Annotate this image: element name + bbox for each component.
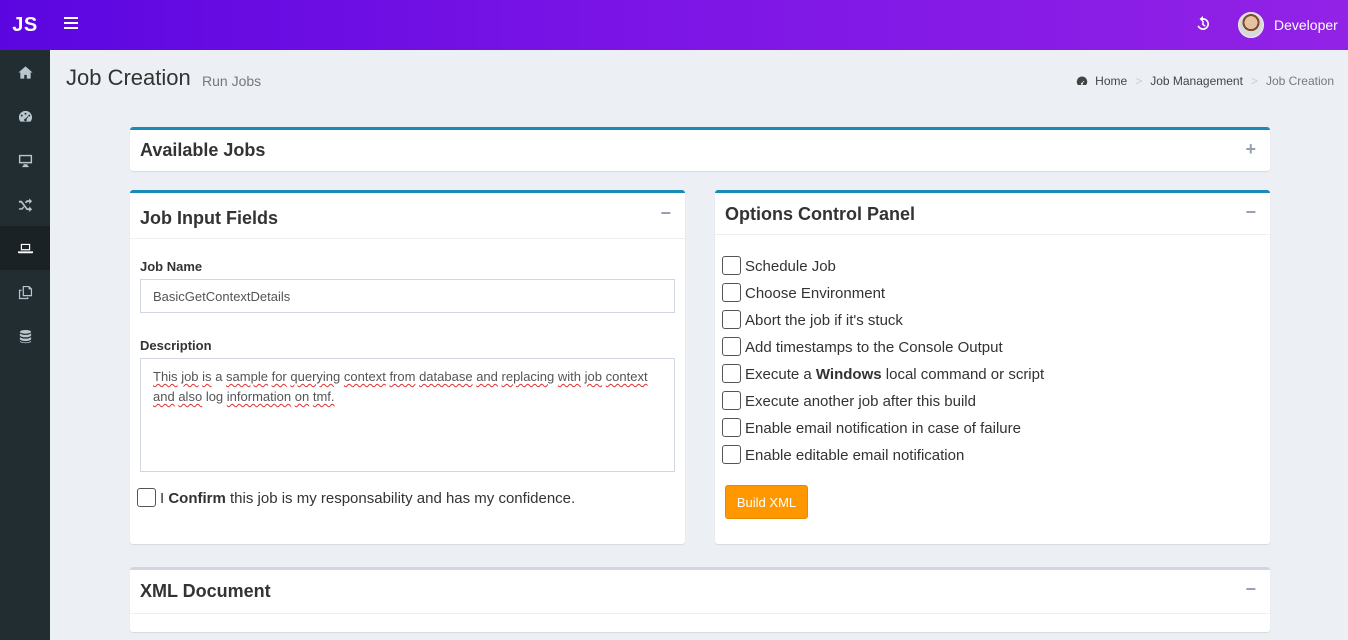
description-label: Description [140, 338, 212, 353]
sidebar-item-copy[interactable] [0, 270, 50, 314]
build-xml-button[interactable]: Build XML [725, 485, 808, 519]
choose-environment-checkbox[interactable] [722, 283, 741, 302]
job-input-header: Job Input Fields − [130, 193, 685, 239]
breadcrumb-home[interactable]: Home [1095, 74, 1127, 88]
sidebar-item-dashboard[interactable] [0, 94, 50, 138]
confirm-suffix: this job is my responsability and has my… [230, 490, 576, 507]
editable-email-checkbox[interactable] [722, 445, 741, 464]
description-word: log [205, 389, 224, 404]
job-name-label: Job Name [140, 259, 203, 274]
dashboard-icon [18, 110, 32, 122]
sidebar-item-laptop[interactable] [0, 226, 50, 270]
home-icon [17, 65, 33, 79]
copy-icon [18, 285, 32, 299]
app-logo[interactable]: JS [0, 0, 50, 50]
confirm-checkbox[interactable] [137, 488, 156, 507]
breadcrumb-job-management[interactable]: Job Management [1150, 74, 1243, 88]
description-word: information [226, 389, 292, 404]
options-panel-box: Options Control Panel − Schedule Job Cho… [715, 190, 1270, 544]
description-word: job [584, 369, 603, 384]
options-panel-title: Options Control Panel [725, 204, 916, 224]
schedule-job-checkbox[interactable] [722, 256, 741, 275]
description-line: This job is a sample for querying contex… [153, 367, 662, 387]
email-failure-label: Enable email notification in case of fai… [745, 420, 1021, 437]
description-word: also [178, 389, 203, 404]
available-jobs-title: Available Jobs [140, 140, 266, 160]
dashboard-icon [1076, 76, 1088, 86]
choose-environment-label: Choose Environment [745, 285, 886, 302]
job-input-box: Job Input Fields − Job Name Description … [130, 190, 685, 544]
email-failure-checkbox[interactable] [722, 418, 741, 437]
options-panel-header: Options Control Panel − [715, 193, 1270, 235]
description-line: and also log information on tmf. [153, 387, 662, 407]
confirm-label: I Confirm this job is my responsability … [160, 490, 575, 507]
sidebar [0, 50, 50, 640]
confirm-bold: Confirm [168, 490, 226, 507]
description-word: sample [226, 369, 268, 384]
timestamps-label: Add timestamps to the Console Output [745, 339, 1003, 356]
desktop-icon [18, 154, 32, 167]
collapse-button[interactable]: − [1245, 580, 1256, 598]
random-icon [18, 197, 32, 212]
description-textarea[interactable]: This job is a sample for querying contex… [140, 358, 675, 472]
another-job-checkbox[interactable] [722, 391, 741, 410]
breadcrumb: Home > Job Management > Job Creation [1076, 74, 1334, 88]
username[interactable]: Developer [1274, 17, 1338, 33]
description-word: is [202, 369, 212, 384]
page-title: Job Creation [66, 65, 191, 90]
breadcrumb-separator: > [1135, 74, 1143, 88]
breadcrumb-current: Job Creation [1265, 74, 1334, 88]
windows-command-bold: Windows [815, 366, 882, 383]
timestamps-checkbox[interactable] [722, 337, 741, 356]
hamburger-icon[interactable] [64, 17, 78, 31]
description-word: and [153, 389, 175, 404]
description-word: with [557, 369, 582, 384]
collapse-button[interactable]: − [1245, 203, 1256, 221]
description-word: database [419, 369, 473, 384]
laptop-icon [17, 243, 33, 253]
database-icon [19, 329, 31, 343]
windows-command-suffix: local command or script [885, 366, 1045, 383]
collapse-button[interactable]: − [660, 204, 671, 222]
editable-email-label: Enable editable email notification [745, 447, 965, 464]
description-word: from [389, 369, 416, 384]
sidebar-item-database[interactable] [0, 314, 50, 358]
job-input-title: Job Input Fields [140, 208, 278, 228]
description-word: context [605, 369, 648, 384]
job-name-input[interactable] [140, 279, 675, 313]
page-subtitle: Run Jobs [202, 73, 262, 89]
description-word: and [476, 369, 498, 384]
confirm-prefix: I [160, 490, 165, 507]
description-word: on [294, 389, 310, 404]
windows-command-checkbox[interactable] [722, 364, 741, 383]
top-navbar: JS Developer [0, 0, 1348, 50]
breadcrumb-separator: > [1250, 74, 1258, 88]
description-word: querying [290, 369, 341, 384]
available-jobs-box: Available Jobs + [130, 127, 1270, 171]
another-job-label: Execute another job after this build [745, 393, 976, 410]
description-word: tmf. [312, 389, 335, 404]
sidebar-item-home[interactable] [0, 50, 50, 94]
abort-stuck-checkbox[interactable] [722, 310, 741, 329]
abort-stuck-label: Abort the job if it's stuck [745, 312, 903, 329]
description-word: context [343, 369, 386, 384]
xml-document-box: XML Document − [130, 567, 1270, 632]
expand-button[interactable]: + [1245, 140, 1256, 158]
xml-document-header: XML Document − [130, 570, 1270, 614]
history-icon[interactable] [1195, 16, 1211, 32]
description-word: a [215, 369, 223, 384]
xml-document-title: XML Document [140, 581, 271, 601]
description-word: This [153, 369, 178, 384]
sidebar-item-desktop[interactable] [0, 138, 50, 182]
windows-command-prefix: Execute a [745, 366, 812, 383]
description-word: replacing [501, 369, 555, 384]
description-word: job [181, 369, 199, 384]
schedule-job-label: Schedule Job [745, 258, 836, 275]
user-avatar[interactable] [1238, 12, 1264, 38]
windows-command-label: Execute a Windows local command or scrip… [745, 366, 1044, 383]
sidebar-item-random[interactable] [0, 182, 50, 226]
description-word: for [271, 369, 287, 384]
